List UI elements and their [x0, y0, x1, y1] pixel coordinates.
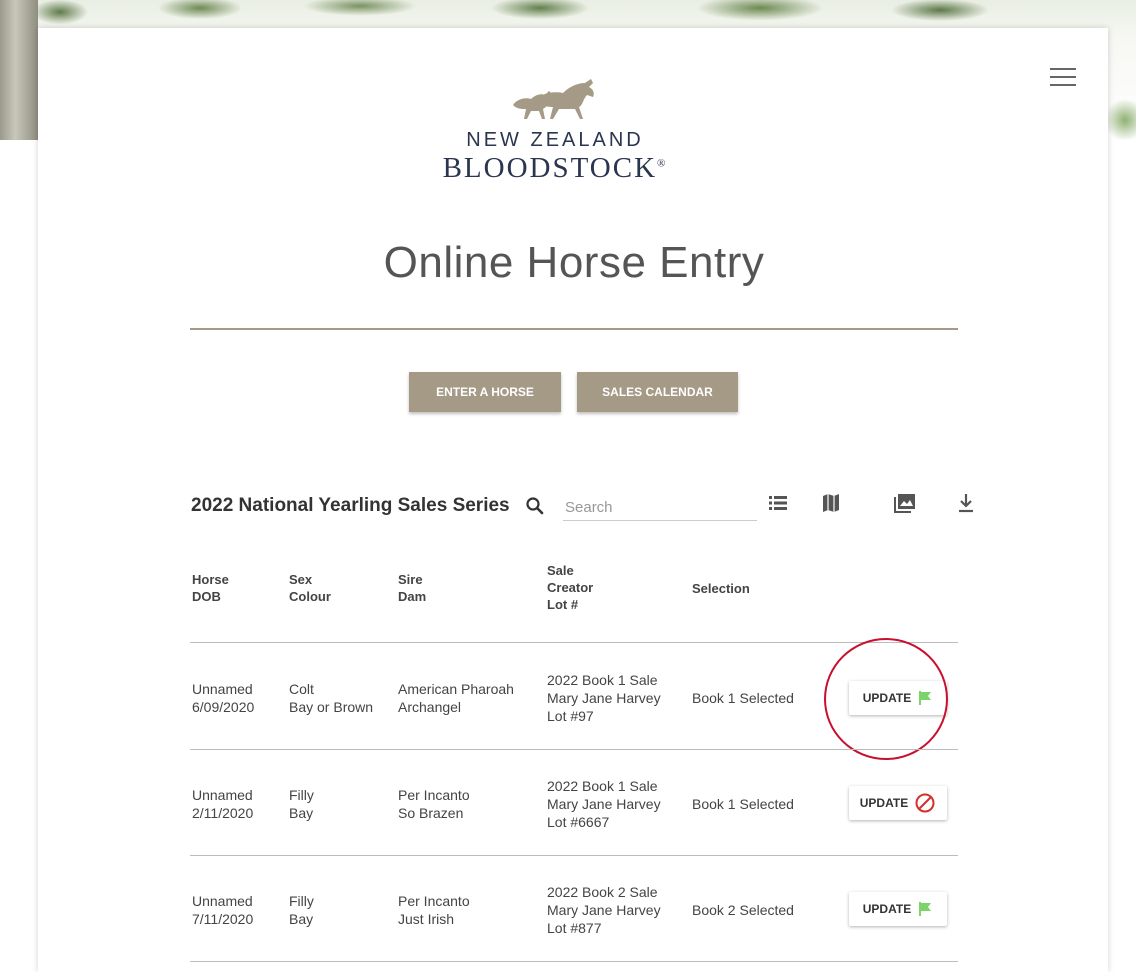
- row-divider: [190, 855, 958, 856]
- row-divider: [190, 961, 958, 962]
- sales-calendar-button[interactable]: SALES CALENDAR: [577, 372, 738, 412]
- update-button[interactable]: UPDATE: [849, 786, 947, 820]
- column-header-sex[interactable]: Sex Colour: [289, 571, 331, 605]
- column-header-sire[interactable]: Sire Dam: [398, 571, 426, 605]
- update-button[interactable]: UPDATE: [849, 681, 947, 715]
- search-icon[interactable]: [525, 496, 545, 516]
- cell-sire: American Pharoah Archangel: [398, 681, 514, 715]
- logo-text-line1: NEW ZEALAND: [466, 129, 644, 151]
- logo-text-line2: BLOODSTOCK®: [442, 152, 668, 184]
- page-title: Online Horse Entry: [383, 238, 765, 287]
- cell-horse: Unnamed 7/11/2020: [192, 893, 254, 927]
- cell-sale: 2022 Book 2 Sale Mary Jane Harvey Lot #877: [547, 884, 661, 936]
- gallery-view-icon[interactable]: [893, 492, 917, 514]
- column-header-horse[interactable]: Horse DOB: [192, 571, 229, 605]
- flag-icon: [919, 902, 932, 916]
- cell-selection: Book 1 Selected: [692, 796, 794, 812]
- blocked-icon: [915, 793, 935, 813]
- brand-logo[interactable]: NEW ZEALAND BLOODSTOCK®: [425, 75, 685, 185]
- row-divider: [190, 642, 958, 643]
- cell-sale: 2022 Book 1 Sale Mary Jane Harvey Lot #97: [547, 672, 661, 724]
- flag-icon: [919, 691, 932, 705]
- list-view-icon[interactable]: [767, 492, 789, 514]
- cell-sex: Colt Bay or Brown: [289, 681, 374, 715]
- search-input[interactable]: [563, 494, 757, 521]
- hamburger-menu-icon[interactable]: [1050, 66, 1076, 88]
- cell-sire: Per Incanto So Brazen: [398, 787, 470, 821]
- column-header-sale[interactable]: Sale Creator Lot #: [547, 562, 593, 613]
- cell-selection: Book 2 Selected: [692, 902, 794, 918]
- cell-sire: Per Incanto Just Irish: [398, 893, 470, 927]
- column-header-selection[interactable]: Selection: [692, 580, 750, 597]
- cell-sale: 2022 Book 1 Sale Mary Jane Harvey Lot #666…: [547, 778, 661, 830]
- cell-horse: Unnamed 6/09/2020: [192, 681, 255, 715]
- cell-horse: Unnamed 2/11/2020: [192, 787, 254, 821]
- horses-logo-icon: [513, 79, 594, 119]
- series-title: 2022 National Yearling Sales Series: [191, 495, 510, 516]
- cell-sex: Filly Bay: [289, 893, 314, 927]
- update-button[interactable]: UPDATE: [849, 892, 947, 926]
- cell-sex: Filly Bay: [289, 787, 314, 821]
- map-view-icon[interactable]: [820, 492, 842, 514]
- download-icon[interactable]: [955, 492, 977, 514]
- title-divider: [190, 328, 958, 330]
- row-divider: [190, 749, 958, 750]
- background-tree-trunk: [0, 0, 38, 140]
- enter-horse-button[interactable]: ENTER A HORSE: [409, 372, 561, 412]
- registered-mark: ®: [657, 157, 668, 170]
- cell-selection: Book 1 Selected: [692, 690, 794, 706]
